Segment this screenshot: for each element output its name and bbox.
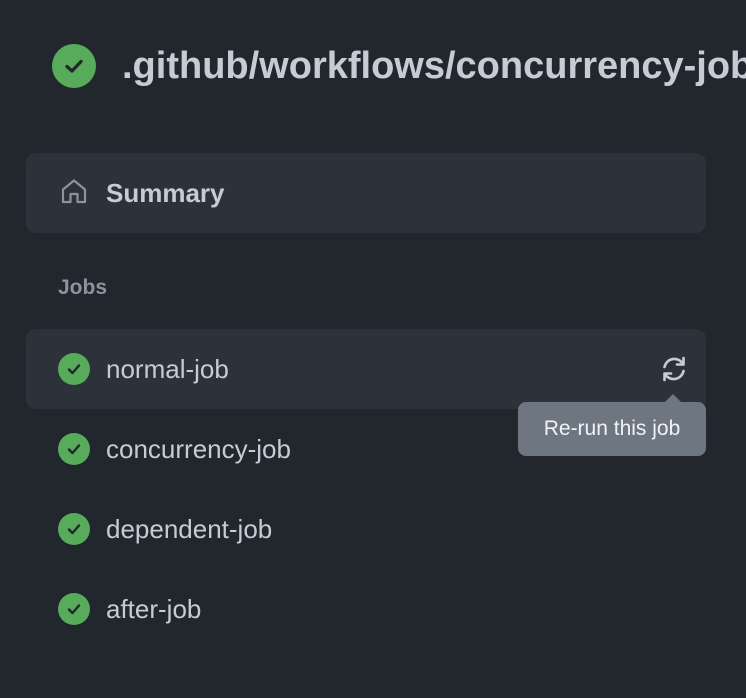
rerun-job-button[interactable] xyxy=(656,351,692,387)
job-item-after-job[interactable]: after-job xyxy=(26,569,706,649)
success-check-icon xyxy=(58,433,90,465)
success-check-icon xyxy=(52,44,96,88)
sidebar-item-label: Summary xyxy=(106,177,225,208)
success-check-icon xyxy=(58,353,90,385)
tooltip-arrow xyxy=(665,394,681,402)
job-label: after-job xyxy=(106,593,202,624)
job-item-normal-job[interactable]: normal-job xyxy=(26,329,706,409)
job-label: concurrency-job xyxy=(106,433,291,464)
workflow-title: .github/workflows/concurrency-job.yml xyxy=(122,44,746,87)
sync-icon xyxy=(663,356,685,382)
job-item-dependent-job[interactable]: dependent-job xyxy=(26,489,706,569)
workflow-header: .github/workflows/concurrency-job.yml xyxy=(52,42,746,90)
job-label: normal-job xyxy=(106,353,229,384)
jobs-heading: Jobs xyxy=(58,276,108,299)
rerun-tooltip: Re-run this job xyxy=(518,402,706,456)
sidebar-item-summary[interactable]: Summary xyxy=(26,153,706,233)
home-icon xyxy=(59,176,89,211)
success-check-icon xyxy=(58,513,90,545)
job-label: dependent-job xyxy=(106,513,273,544)
success-check-icon xyxy=(58,593,90,625)
